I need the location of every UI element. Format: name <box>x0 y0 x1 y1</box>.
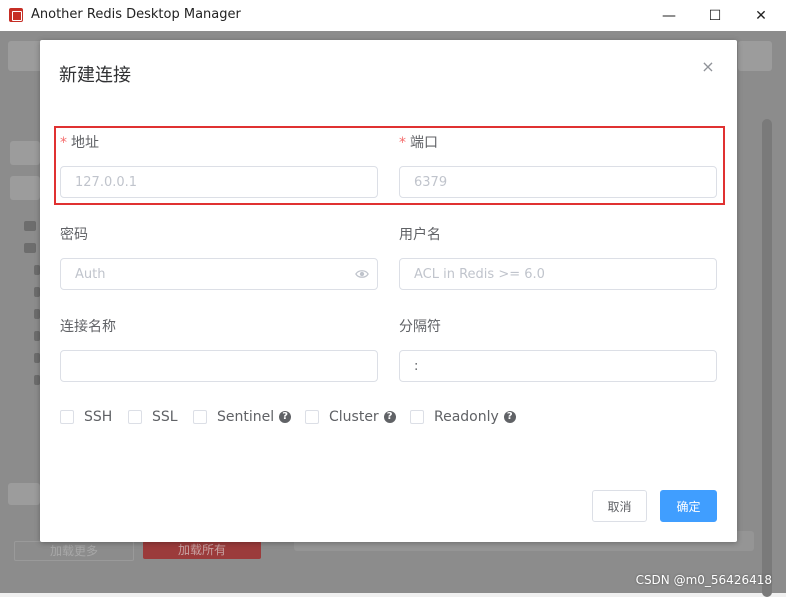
username-label: 用户名 <box>399 227 441 243</box>
cluster-checkbox[interactable]: Cluster ? <box>305 408 396 426</box>
checkbox-box[interactable] <box>128 410 142 424</box>
ghost-panel <box>8 483 40 505</box>
ssl-label: SSL <box>152 409 178 425</box>
ghost-load-all-button: 加载所有 <box>143 541 261 559</box>
checkbox-box[interactable] <box>193 410 207 424</box>
port-label: * 端口 <box>399 132 438 152</box>
confirm-button[interactable]: 确定 <box>660 490 717 522</box>
port-input[interactable] <box>414 168 674 196</box>
ghost-search-input <box>10 141 40 165</box>
ghost-folder-icon <box>24 243 36 253</box>
checkbox-box[interactable] <box>305 410 319 424</box>
cluster-label: Cluster <box>329 409 379 425</box>
host-label-text: 地址 <box>71 135 99 151</box>
close-icon[interactable]: × <box>701 59 715 75</box>
ghost-load-more-button: 加载更多 <box>14 541 134 561</box>
readonly-checkbox[interactable]: Readonly ? <box>410 408 516 426</box>
new-connection-dialog: 新建连接 × *地址 *端口 密码 用户名 连接名称 分隔符 <box>40 40 737 542</box>
ghost-toolbar-button <box>738 41 772 71</box>
maximize-button[interactable]: ☐ <box>692 0 738 31</box>
host-label: * 地址 <box>60 132 99 152</box>
window-title: Another Redis Desktop Manager <box>31 7 241 22</box>
cancel-button[interactable]: 取消 <box>592 490 647 522</box>
connection-name-field[interactable] <box>60 350 378 382</box>
checkbox-box[interactable] <box>60 410 74 424</box>
password-input[interactable] <box>75 260 335 288</box>
port-field[interactable] <box>399 166 717 198</box>
watermark: CSDN @m0_56426418 <box>635 573 772 587</box>
host-input[interactable] <box>75 168 335 196</box>
connection-name-label: 连接名称 <box>60 319 116 335</box>
ghost-folder-icon <box>24 221 36 231</box>
required-mark: * <box>399 135 406 151</box>
minimize-button[interactable]: — <box>646 0 692 31</box>
sentinel-checkbox[interactable]: Sentinel ? <box>193 408 292 426</box>
sentinel-label: Sentinel <box>217 409 275 425</box>
ssh-checkbox[interactable]: SSH <box>60 408 112 426</box>
separator-input[interactable] <box>414 352 674 380</box>
password-field[interactable] <box>60 258 378 290</box>
required-mark: * <box>60 135 67 151</box>
ssh-label: SSH <box>84 409 113 425</box>
host-field[interactable] <box>60 166 378 198</box>
dialog-title: 新建连接 <box>59 65 131 86</box>
connection-name-input[interactable] <box>75 352 335 380</box>
help-icon[interactable]: ? <box>279 411 292 423</box>
close-window-button[interactable]: ✕ <box>738 0 784 31</box>
username-input[interactable] <box>414 260 674 288</box>
ssl-checkbox[interactable]: SSL <box>128 408 178 426</box>
readonly-label: Readonly <box>434 409 499 425</box>
help-icon[interactable]: ? <box>383 411 396 423</box>
separator-label: 分隔符 <box>399 319 441 335</box>
window-title-bar: Another Redis Desktop Manager — ☐ ✕ <box>0 0 786 32</box>
help-icon[interactable]: ? <box>503 411 516 423</box>
checkbox-box[interactable] <box>410 410 424 424</box>
password-label: 密码 <box>60 227 88 243</box>
app-logo-icon <box>9 8 23 22</box>
eye-icon[interactable] <box>355 267 369 281</box>
port-label-text: 端口 <box>410 135 438 151</box>
scrollbar[interactable] <box>762 119 772 597</box>
separator-field[interactable] <box>399 350 717 382</box>
username-field[interactable] <box>399 258 717 290</box>
ghost-filter-input <box>10 176 40 200</box>
